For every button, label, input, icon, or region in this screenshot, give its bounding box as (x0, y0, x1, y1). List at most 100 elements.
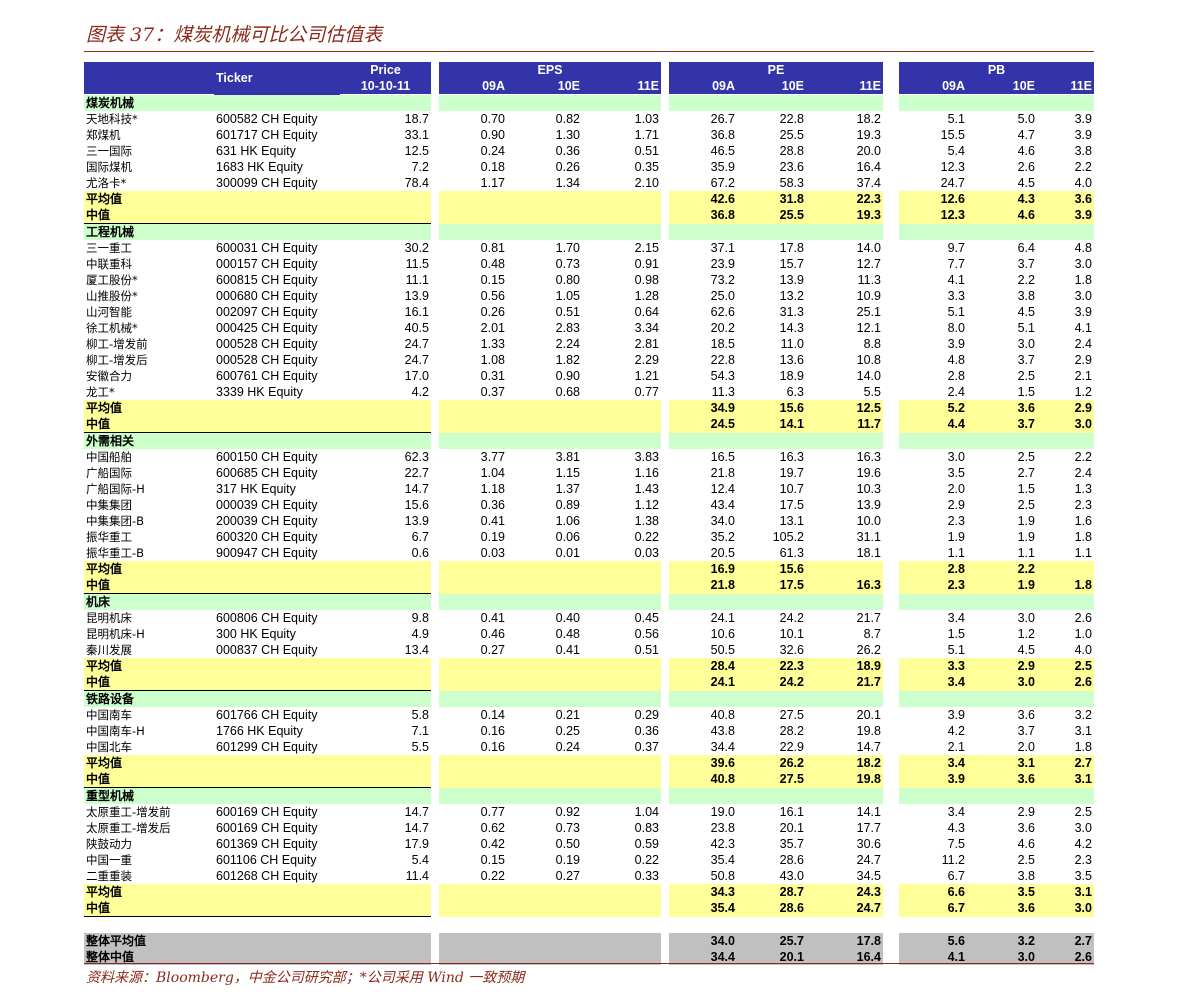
pb-09a: 2.1 (947, 740, 965, 754)
pe-11e: 12.7 (856, 257, 881, 271)
pb-11e: 1.2 (1074, 385, 1092, 399)
pb-10e: 3.6 (967, 400, 1037, 416)
table-row: 广船国际-H 317 HK Equity 14.7 1.18 1.37 1.43 12.4 1… (84, 481, 1094, 497)
eps-09a: 0.16 (480, 740, 505, 754)
column-gap (661, 868, 669, 884)
pb-09a: 12.3 (899, 207, 967, 224)
eps-11e: 0.77 (634, 385, 659, 399)
ticker: 601106 CH Equity (216, 853, 317, 867)
pb-09a: 3.5 (947, 466, 965, 480)
column-gap (883, 256, 899, 272)
pe-10e: 14.1 (737, 416, 806, 433)
pe-11e: 20.0 (856, 144, 881, 158)
eps-10e: 0.73 (555, 821, 580, 835)
eps-10e: 1.05 (555, 289, 580, 303)
eps-10e: 0.27 (555, 869, 580, 883)
summary-fill (214, 933, 340, 949)
table-row: 陕鼓动力 601369 CH Equity 17.9 0.42 0.50 0.59 42.3… (84, 836, 1094, 852)
pb-10e: 4.5 (1017, 176, 1035, 190)
pe-09a: 42.6 (669, 191, 737, 207)
column-gap (883, 593, 899, 610)
pe-09a: 34.9 (669, 400, 737, 416)
company-name: 中国船舶 (86, 450, 132, 464)
summary-fill (340, 416, 431, 433)
table-row: 振华重工-B 900947 CH Equity 0.6 0.03 0.01 0.03 20.… (84, 545, 1094, 561)
column-gap (431, 626, 439, 642)
column-gap (431, 933, 439, 949)
eps-09a: 0.27 (480, 643, 505, 657)
column-gap (883, 739, 899, 755)
pe-10e: 24.2 (737, 674, 806, 691)
pe-09a: 10.6 (710, 627, 735, 641)
group-fill (737, 593, 806, 610)
group-fill (899, 690, 967, 707)
group-fill (669, 432, 737, 449)
ticker: 601299 CH Equity (216, 740, 318, 754)
price: 0.6 (411, 546, 429, 560)
column-gap (661, 191, 669, 207)
price: 15.6 (404, 498, 429, 512)
eps-09a: 0.03 (480, 546, 505, 560)
eps-09a: 0.41 (480, 514, 505, 528)
pe-09a: 23.8 (710, 821, 735, 835)
summary-fill (582, 658, 661, 674)
column-gap (431, 707, 439, 723)
pe-09a: 21.8 (669, 577, 737, 594)
column-gap (661, 836, 669, 852)
eps-09a: 0.14 (480, 708, 505, 722)
column-gap (431, 852, 439, 868)
eps-10e: 0.06 (555, 530, 580, 544)
company-name: 太原重工-增发后 (86, 821, 171, 835)
group-fill (340, 94, 431, 111)
column-gap (883, 384, 899, 400)
company-name: 中国南车-H (86, 724, 145, 738)
eps-10e: 1.37 (555, 482, 580, 496)
company-name: 中国南车 (86, 708, 132, 722)
pe-09a: 34.0 (710, 514, 735, 528)
price: 6.7 (411, 530, 429, 544)
pe-09a: 42.3 (710, 837, 735, 851)
summary-fill (340, 561, 431, 577)
table-row: 尤洛卡* 300099 CH Equity 78.4 1.17 1.34 2.10 67.2… (84, 175, 1094, 191)
ticker: 3339 HK Equity (216, 385, 303, 399)
summary-label: 整体平均值 (84, 933, 214, 949)
pb-10e: 4.5 (1017, 305, 1035, 319)
group-fill (507, 94, 582, 111)
pe-09a: 34.4 (710, 740, 735, 754)
pe-11e: 34.5 (856, 869, 881, 883)
column-gap (431, 336, 439, 352)
ticker: 300 HK Equity (216, 627, 296, 641)
summary-label: 中值 (84, 674, 214, 691)
column-gap (431, 723, 439, 739)
pe-11e: 31.1 (856, 530, 881, 544)
pb-11e: 3.5 (1074, 869, 1092, 883)
eps-09a: 0.77 (480, 805, 505, 819)
pb-10e: 3.7 (967, 416, 1037, 433)
column-gap (431, 465, 439, 481)
column-gap (431, 256, 439, 272)
pb-10e: 2.7 (1017, 466, 1035, 480)
table-row: 厦工股份* 600815 CH Equity 11.1 0.15 0.80 0.98 73.… (84, 272, 1094, 288)
column-gap (883, 868, 899, 884)
eps-11e: 3.83 (634, 450, 659, 464)
pe-10e: 23.6 (779, 160, 804, 174)
eps-10e: 1.34 (555, 176, 580, 190)
summary-fill (439, 933, 507, 949)
pb-10e: 3.1 (967, 755, 1037, 771)
summary-fill (439, 416, 507, 433)
pb-09a: 1.1 (947, 546, 965, 560)
price: 40.5 (404, 321, 429, 335)
ticker: 600169 CH Equity (216, 805, 318, 819)
group-fill (967, 94, 1037, 111)
pb-11e: 3.9 (1037, 207, 1094, 224)
pb-11e: 1.6 (1074, 514, 1092, 528)
pe-11e: 18.2 (806, 755, 883, 771)
pe-10e: 15.6 (737, 400, 806, 416)
eps-10e: 0.19 (555, 853, 580, 867)
column-gap (883, 497, 899, 513)
summary-fill (507, 755, 582, 771)
column-gap (431, 416, 439, 433)
eps-09a: 0.62 (480, 821, 505, 835)
summary-label: 平均值 (84, 561, 214, 577)
eps-09a: 0.26 (480, 305, 505, 319)
